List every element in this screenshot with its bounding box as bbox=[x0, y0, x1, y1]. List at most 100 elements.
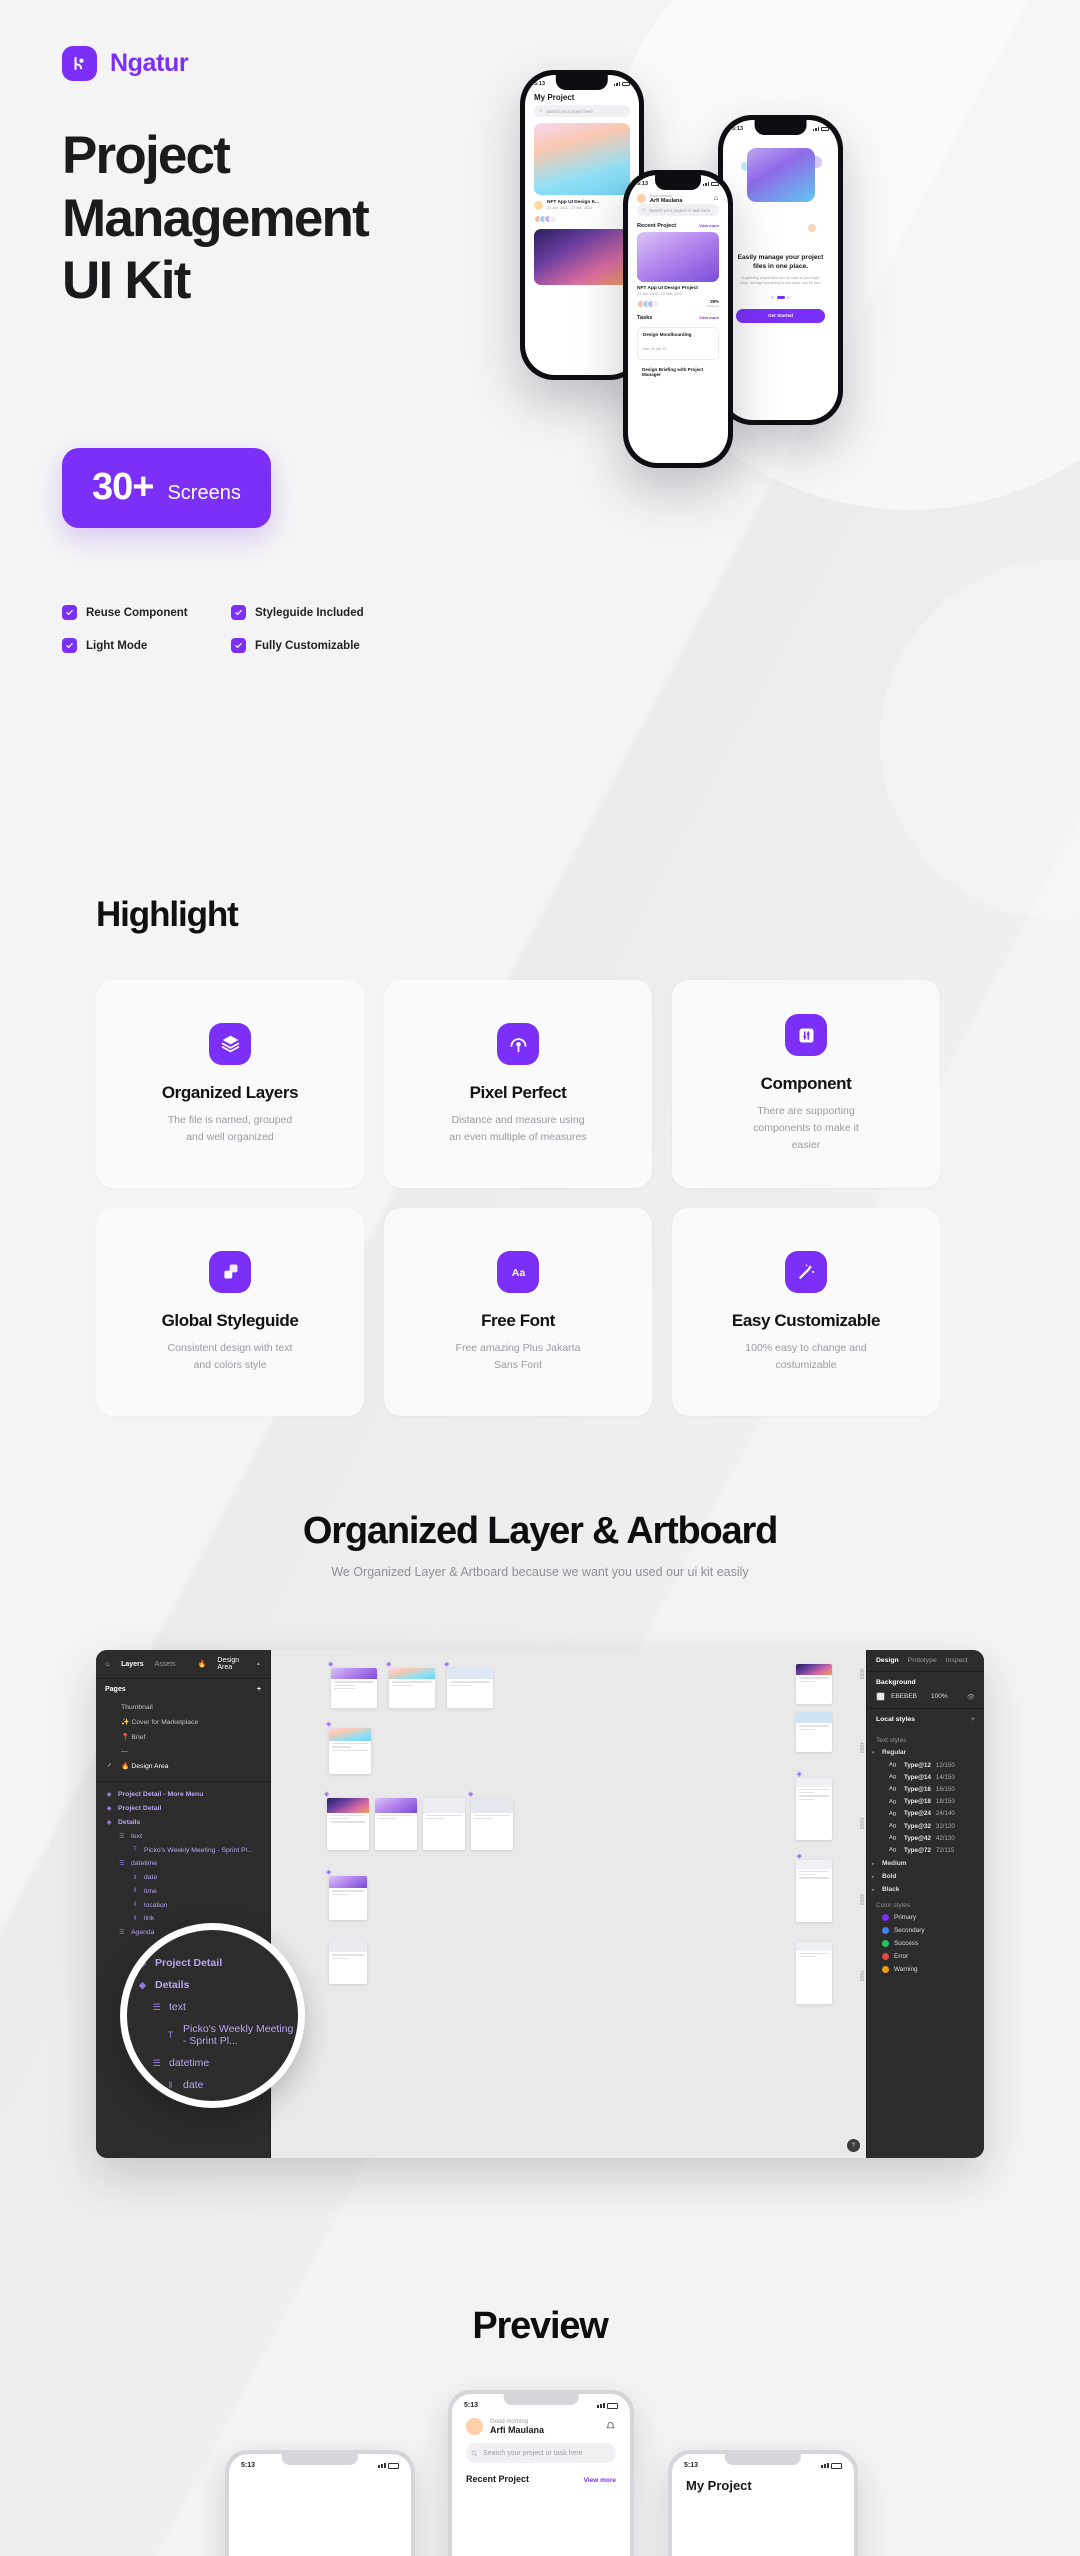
card-title: Easy Customizable bbox=[731, 1310, 881, 1330]
check-icon bbox=[231, 638, 246, 653]
artboard-thumb[interactable] bbox=[423, 1798, 465, 1850]
text-style-row[interactable]: Ag Type@32 32/120 bbox=[867, 1820, 984, 1832]
color-name: Success bbox=[894, 1939, 919, 1947]
layer-row[interactable]: ◈ Project Detail - More Menu bbox=[105, 1788, 261, 1802]
layer-row[interactable]: ‖ time bbox=[105, 1884, 261, 1898]
layer-row[interactable]: ‖ link bbox=[105, 1912, 261, 1926]
text-style-row[interactable]: Ag Type@16 16/150 bbox=[867, 1783, 984, 1795]
highlight-section-title: Highlight bbox=[96, 895, 239, 934]
text-styles-label: Text styles bbox=[876, 1737, 907, 1744]
phone2-task-item-2[interactable]: Design Briefing with Project Manager bbox=[637, 363, 719, 381]
artboard-thumb[interactable] bbox=[329, 1940, 367, 1984]
color-swatch[interactable] bbox=[876, 1692, 885, 1701]
figma-pages-list: Pages + Thumbnail ✨ Cover for Marketplac… bbox=[96, 1679, 270, 1782]
phone2-recent-more[interactable]: View more bbox=[699, 223, 719, 228]
battery-icon bbox=[831, 2462, 842, 2469]
phone2-task-item[interactable]: Design Moodboarding Mar, 24 Jan, 22 bbox=[637, 327, 719, 360]
artboard-thumb[interactable] bbox=[471, 1798, 513, 1850]
figma-right-panel: Design Prototype Inspect Background EBEB… bbox=[866, 1650, 984, 2158]
page-item-brief[interactable]: 📍 Brief bbox=[105, 1729, 261, 1744]
tab-layers[interactable]: Layers bbox=[121, 1661, 144, 1668]
current-page-label[interactable]: Design Area bbox=[217, 1657, 245, 1671]
artboard-thumb[interactable] bbox=[327, 1798, 369, 1850]
component-marker-icon: ◈ bbox=[328, 1661, 334, 1668]
layer-label: Picko's Weekly Meeting - Sprint Pl... bbox=[144, 1846, 253, 1854]
preview-title: Preview bbox=[472, 2305, 608, 2347]
text-style-row[interactable]: Ag Type@42 42/130 bbox=[867, 1832, 984, 1844]
text-group-glyph-icon: ☰ bbox=[119, 1930, 125, 1937]
tab-design[interactable]: Design bbox=[876, 1657, 899, 1664]
artboard-thumb[interactable] bbox=[329, 1876, 367, 1920]
text-style-row[interactable]: Ag Type@12 12/150 bbox=[867, 1759, 984, 1771]
eye-icon[interactable]: 👁 bbox=[967, 1693, 975, 1701]
carousel-dots[interactable] bbox=[723, 295, 838, 299]
tab-assets[interactable]: Assets bbox=[155, 1661, 176, 1668]
add-page-button[interactable]: + bbox=[257, 1686, 261, 1693]
phone1-project-cover bbox=[534, 123, 630, 195]
artboard-thumb[interactable] bbox=[796, 1778, 832, 1840]
artboard-thumb[interactable] bbox=[796, 1712, 832, 1752]
layer-row[interactable]: ◈ Details bbox=[105, 1816, 261, 1830]
layer-row[interactable]: ‖ date bbox=[105, 1871, 261, 1885]
card-title: Free Font bbox=[481, 1310, 555, 1330]
preview-recent-more[interactable]: View more bbox=[584, 2477, 616, 2484]
color-style-row[interactable]: Secondary bbox=[867, 1924, 984, 1937]
text-style-group-medium[interactable]: Medium bbox=[867, 1857, 984, 1870]
chevron-up-icon[interactable]: ▲ bbox=[256, 1661, 261, 1667]
layer-row[interactable]: ☰ datetime bbox=[105, 1857, 261, 1871]
signal-icon bbox=[597, 2403, 605, 2408]
text-style-row[interactable]: Ag Type@14 14/150 bbox=[867, 1771, 984, 1783]
type-sample-icon: Ag bbox=[889, 1774, 897, 1781]
artboard-thumb[interactable] bbox=[329, 1728, 371, 1774]
figma-left-tabs: Layers Assets 🔥 Design Area ▲ bbox=[96, 1650, 270, 1679]
text-style-row[interactable]: Ag Type@24 24/140 bbox=[867, 1808, 984, 1820]
phone1-search-input[interactable]: Search your project here bbox=[534, 105, 630, 117]
type-sample-icon: Ag bbox=[889, 1823, 897, 1830]
card-desc: 100% easy to change and costumizable bbox=[745, 1340, 866, 1374]
text-style-row[interactable]: Ag Type@72 72/115 bbox=[867, 1844, 984, 1856]
text-style-group-bold[interactable]: Bold bbox=[867, 1870, 984, 1883]
artboard-thumb[interactable] bbox=[796, 1942, 832, 2004]
background-color-row[interactable]: EBEBEB 100% 👁 bbox=[876, 1692, 975, 1701]
battery-icon bbox=[607, 2402, 618, 2409]
artboard-thumb[interactable] bbox=[447, 1668, 493, 1708]
phone-notch bbox=[655, 175, 701, 190]
magnified-layer-row: ☰ text bbox=[137, 1996, 298, 2018]
color-dot bbox=[882, 1939, 889, 1947]
text-style-group-black[interactable]: Black bbox=[867, 1883, 984, 1896]
layer-row[interactable]: ☰ text bbox=[105, 1829, 261, 1843]
bell-icon[interactable] bbox=[605, 2421, 616, 2432]
color-style-row[interactable]: Primary bbox=[867, 1911, 984, 1924]
page-item-thumbnail[interactable]: Thumbnail bbox=[105, 1700, 261, 1714]
brand-logo-lockup[interactable]: Ngatur bbox=[62, 46, 189, 81]
phone2-tasks-more[interactable]: View more bbox=[699, 315, 719, 320]
help-button[interactable]: ? bbox=[847, 2139, 860, 2152]
figma-canvas[interactable]: 3000 4000 5000 6000 7000 ◈ ◈ ◈ ◈ ◈ ◈ ◈ ◈… bbox=[271, 1650, 866, 2158]
page-item-design-area[interactable]: 🔥 Design Area bbox=[105, 1758, 261, 1773]
tab-inspect[interactable]: Inspect bbox=[946, 1657, 968, 1664]
tab-prototype[interactable]: Prototype bbox=[908, 1657, 937, 1664]
text-style-row[interactable]: Ag Type@18 18/150 bbox=[867, 1796, 984, 1808]
phone2-search-input[interactable]: Search your project or task here bbox=[637, 204, 719, 216]
text-style-group-regular[interactable]: Regular bbox=[867, 1746, 984, 1759]
layer-row[interactable]: ◈ Project Detail bbox=[105, 1802, 261, 1816]
color-style-row[interactable]: Error bbox=[867, 1950, 984, 1963]
layer-row[interactable]: T Picko's Weekly Meeting - Sprint Pl... bbox=[105, 1843, 261, 1857]
artboard-thumb[interactable] bbox=[389, 1668, 435, 1708]
artboard-thumb[interactable] bbox=[331, 1668, 377, 1708]
card-desc-line: The file is named, grouped bbox=[167, 1113, 293, 1126]
color-style-row[interactable]: Success bbox=[867, 1937, 984, 1950]
search-icon[interactable] bbox=[105, 1661, 110, 1668]
artboard-thumb[interactable] bbox=[796, 1664, 832, 1704]
phone1-title: My Project bbox=[534, 93, 575, 102]
preview-search-input[interactable]: Search your project or task here bbox=[466, 2443, 616, 2463]
screens-count-badge: 30+ Screens bbox=[62, 448, 271, 528]
layer-row[interactable]: ‖ location bbox=[105, 1898, 261, 1912]
page-item-cover[interactable]: ✨ Cover for Marketplace bbox=[105, 1714, 261, 1729]
bell-icon[interactable] bbox=[713, 196, 719, 202]
artboard-thumb[interactable] bbox=[375, 1798, 417, 1850]
get-started-button[interactable]: Get Started bbox=[736, 308, 825, 323]
preview-phone-left: 5:13 bbox=[225, 2450, 415, 2556]
color-style-row[interactable]: Warning bbox=[867, 1963, 984, 1976]
artboard-thumb[interactable] bbox=[796, 1860, 832, 1922]
